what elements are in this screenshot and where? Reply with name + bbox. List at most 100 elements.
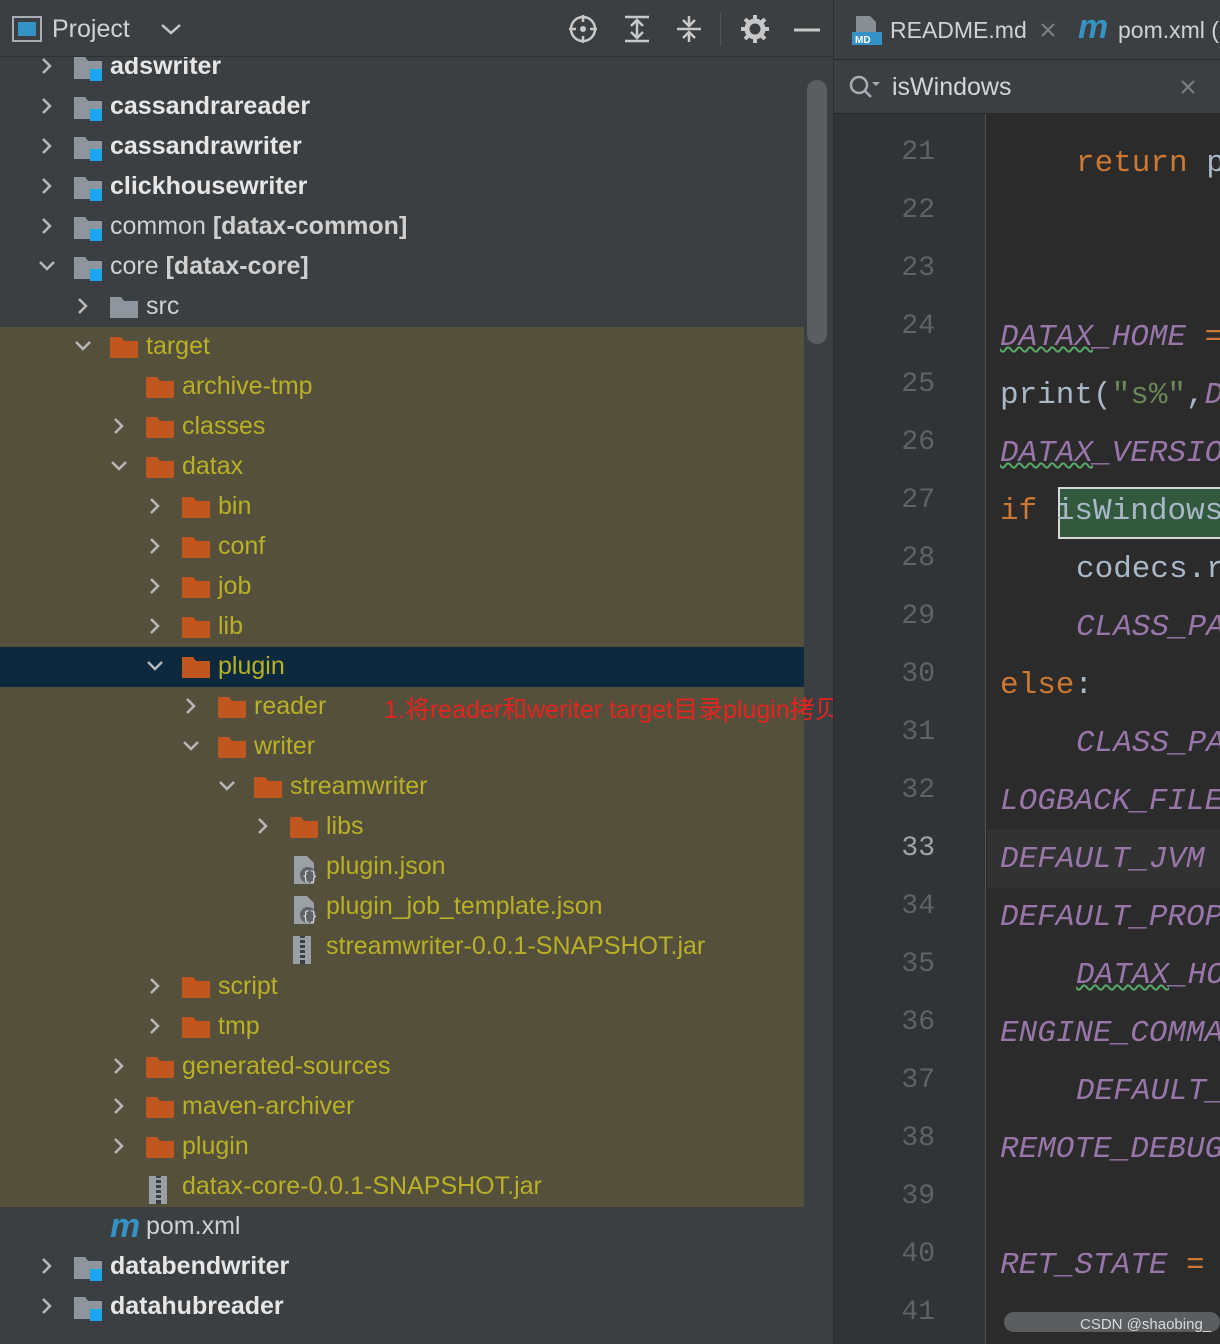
close-icon[interactable]: [1040, 22, 1056, 38]
code-line: DATAX_HOME =: [1000, 320, 1220, 355]
tree-row[interactable]: databendwriter: [0, 1247, 804, 1287]
tree-row[interactable]: datax: [0, 447, 804, 487]
code-token: LOGBACK_FILE: [1000, 784, 1220, 819]
tree-row[interactable]: libs: [0, 807, 804, 847]
tree-row[interactable]: target: [0, 327, 804, 367]
tree-item-name: classes: [182, 412, 266, 440]
chevron-down-icon[interactable]: [36, 255, 58, 277]
chevron-down-icon[interactable]: [108, 455, 130, 477]
chevron-right-icon[interactable]: [36, 135, 58, 157]
chevron-right-icon[interactable]: [144, 975, 166, 997]
folder-icon: [110, 297, 138, 318]
chevron-right-icon[interactable]: [108, 1135, 130, 1157]
tree-row[interactable]: writer: [0, 727, 804, 767]
chevron-right-icon[interactable]: [144, 535, 166, 557]
tree-row[interactable]: conf: [0, 527, 804, 567]
tree-row[interactable]: generated-sources: [0, 1047, 804, 1087]
line-number: 34: [901, 891, 935, 922]
tab-pom[interactable]: m pom.xml (: [1078, 0, 1220, 60]
tree-row[interactable]: {} plugin_job_template.json: [0, 887, 804, 927]
tree-row[interactable]: streamwriter-0.0.1-SNAPSHOT.jar: [0, 927, 804, 967]
tree-row[interactable]: archive-tmp: [0, 367, 804, 407]
tree-row[interactable]: streamwriter: [0, 767, 804, 807]
folder-icon: [182, 657, 210, 678]
code-line: REMOTE_DEBUG: [1000, 1132, 1220, 1167]
tree-row[interactable]: maven-archiver: [0, 1087, 804, 1127]
tree-row[interactable]: src: [0, 287, 804, 327]
chevron-right-icon[interactable]: [36, 1295, 58, 1317]
chevron-down-icon[interactable]: [216, 775, 238, 797]
chevron-down-icon[interactable]: [72, 335, 94, 357]
tree-row[interactable]: classes: [0, 407, 804, 447]
tree-item-name: writer: [254, 732, 316, 760]
tree-row[interactable]: job: [0, 567, 804, 607]
tree-item-label: common [datax-common]: [110, 212, 407, 241]
chevron-right-icon[interactable]: [180, 695, 202, 717]
tree-row[interactable]: tmp: [0, 1007, 804, 1047]
chevron-right-icon[interactable]: [36, 215, 58, 237]
tab-readme[interactable]: MD README.md: [850, 0, 1060, 60]
chevron-right-icon[interactable]: [36, 175, 58, 197]
search-input[interactable]: [892, 72, 1152, 102]
chevron-right-icon[interactable]: [144, 495, 166, 517]
project-view-title[interactable]: Project: [52, 15, 130, 44]
folder-icon: [182, 497, 210, 518]
code-token: REMOTE_DEBUG: [1000, 1132, 1220, 1167]
chevron-right-icon[interactable]: [144, 1015, 166, 1037]
line-number: 32: [901, 775, 935, 806]
chevron-right-icon[interactable]: [144, 575, 166, 597]
tree-row[interactable]: plugin: [0, 1127, 804, 1167]
chevron-right-icon[interactable]: [108, 1055, 130, 1077]
chevron-right-icon[interactable]: [108, 415, 130, 437]
tree-row[interactable]: core [datax-core]: [0, 247, 804, 287]
tree-row[interactable]: cassandrawriter: [0, 127, 804, 167]
chevron-right-icon[interactable]: [144, 615, 166, 637]
hide-panel-icon[interactable]: [792, 14, 822, 44]
tree-row[interactable]: m pom.xml: [0, 1207, 804, 1247]
code-line: ENGINE_COMMA: [1000, 1016, 1220, 1051]
chevron-right-icon[interactable]: [252, 815, 274, 837]
chevron-down-icon[interactable]: [160, 22, 182, 36]
chevron-right-icon[interactable]: [108, 1095, 130, 1117]
tree-item-label: plugin: [218, 652, 285, 681]
tree-row[interactable]: script: [0, 967, 804, 1007]
jar-file-icon: [293, 936, 311, 964]
tree-row[interactable]: datahubreader: [0, 1287, 804, 1327]
collapse-all-icon[interactable]: [674, 14, 704, 44]
chevron-right-icon[interactable]: [36, 55, 58, 77]
chevron-down-icon[interactable]: [180, 735, 202, 757]
maven-icon: m: [1078, 8, 1109, 46]
project-scrollbar[interactable]: [807, 80, 827, 344]
code-token: _HOME: [1093, 320, 1187, 355]
chevron-right-icon[interactable]: [36, 95, 58, 117]
expand-all-icon[interactable]: [622, 14, 652, 44]
chevron-right-icon[interactable]: [72, 295, 94, 317]
line-number: 24: [901, 311, 935, 342]
svg-text:MD: MD: [855, 35, 871, 46]
tree-row[interactable]: {} plugin.json: [0, 847, 804, 887]
chevron-right-icon[interactable]: [36, 1255, 58, 1277]
tree-item-label: clickhousewriter: [110, 172, 307, 201]
tree-item-name: plugin: [218, 652, 285, 680]
code-line: return p: [1076, 146, 1220, 181]
close-icon[interactable]: [1180, 79, 1196, 95]
locate-target-icon[interactable]: [568, 14, 598, 44]
search-icon[interactable]: [848, 74, 880, 100]
tree-row[interactable]: clickhousewriter: [0, 167, 804, 207]
tree-item-module-name: [datax-common]: [212, 212, 408, 240]
tree-row[interactable]: datax-core-0.0.1-SNAPSHOT.jar: [0, 1167, 804, 1207]
tree-row[interactable]: bin: [0, 487, 804, 527]
tree-row[interactable]: plugin: [0, 647, 804, 687]
tree-item-name: bin: [218, 492, 252, 520]
tree-row[interactable]: common [datax-common]: [0, 207, 804, 247]
gear-icon[interactable]: [740, 14, 770, 44]
tree-item-name: reader: [254, 692, 327, 720]
module-folder-icon: [74, 137, 102, 161]
tree-row[interactable]: cassandrareader: [0, 87, 804, 127]
line-number: 40: [901, 1239, 935, 1270]
tree-row[interactable]: lib: [0, 607, 804, 647]
tree-item-name: streamwriter-0.0.1-SNAPSHOT.jar: [326, 932, 706, 960]
line-number: 31: [901, 717, 935, 748]
chevron-down-icon[interactable]: [144, 655, 166, 677]
tree-item-label: writer: [254, 732, 315, 761]
